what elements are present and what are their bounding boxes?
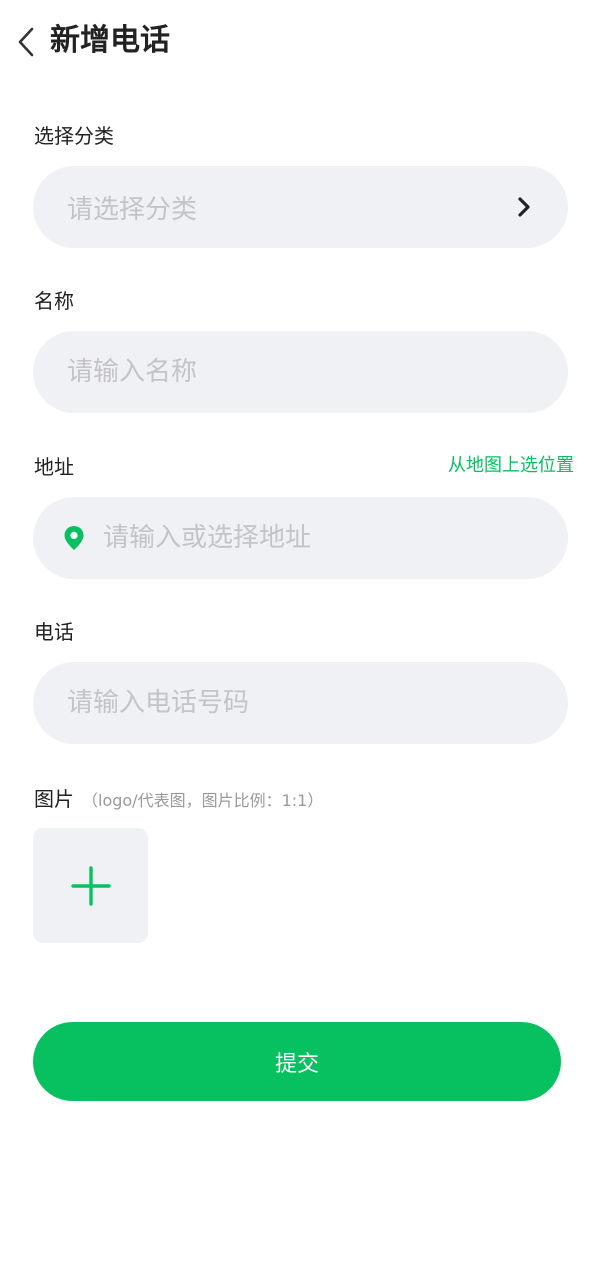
image-hint: （logo/代表图，图片比例：1:1） (82, 791, 324, 810)
image-label: 图片 (34, 787, 74, 811)
category-select[interactable]: 请选择分类 (33, 166, 568, 248)
category-placeholder: 请选择分类 (67, 194, 198, 225)
phone-label: 电话 (34, 620, 74, 644)
pick-on-map-link[interactable]: 从地图上选位置 (448, 452, 574, 480)
chevron-left-icon (18, 27, 34, 57)
phone-input[interactable] (67, 683, 534, 723)
address-input[interactable] (103, 518, 534, 558)
address-label: 地址 (34, 455, 74, 479)
page-title: 新增电话 (50, 23, 170, 58)
add-image-button[interactable] (33, 828, 148, 943)
phone-field-container (33, 662, 568, 744)
name-label: 名称 (34, 289, 74, 313)
category-label: 选择分类 (34, 124, 114, 148)
submit-button[interactable]: 提交 (33, 1022, 561, 1101)
image-label-row: 图片 （logo/代表图，图片比例：1:1） (34, 785, 323, 815)
plus-icon (70, 865, 111, 906)
name-input[interactable] (67, 352, 534, 392)
location-pin-icon (63, 525, 85, 551)
back-button[interactable] (8, 22, 44, 62)
address-field-container (33, 497, 568, 579)
header: 新增电话 (0, 0, 594, 84)
name-field-container (33, 331, 568, 413)
chevron-right-icon (514, 195, 534, 219)
